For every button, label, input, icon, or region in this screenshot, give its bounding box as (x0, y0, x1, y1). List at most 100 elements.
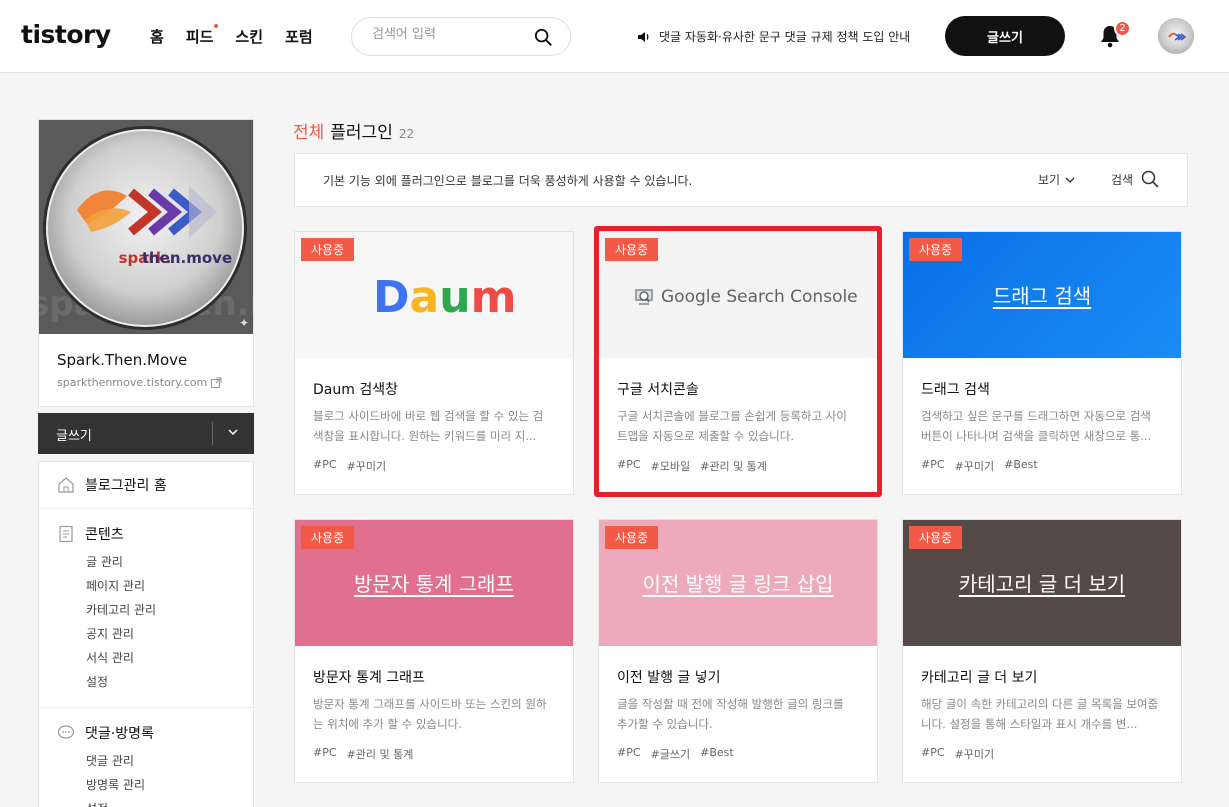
global-nav: 홈 피드 스킨 포럼 (150, 24, 313, 47)
status-badge: 사용중 (605, 238, 659, 261)
plugin-description: 해당 글이 속한 카테고리의 다른 글 목록을 보여줍니다. 설정을 통해 스타… (921, 697, 1159, 731)
search-input[interactable] (372, 27, 522, 42)
sidebar-item-post-manage[interactable]: 글 관리 (86, 553, 123, 570)
plugin-title: 드래그 검색 (921, 382, 990, 398)
plugin-card-visitor-graph[interactable]: 방문자 통계 그래프 사용중 방문자 통계 그래프 방문자 통계 그래프를 사이… (294, 519, 574, 783)
plugin-description: 글을 작성할 때 전에 작성해 발행한 글의 링크를 추가할 수 있습니다. (617, 697, 844, 731)
notice-banner[interactable]: 댓글 자동화·유사한 문구 댓글 규제 정책 도입 안내 (637, 28, 910, 45)
plugin-thumbnail-title: 드래그 검색 (992, 284, 1092, 308)
tag-label: #PC (617, 746, 641, 759)
status-badge: 사용중 (909, 238, 963, 261)
sidebar-item-label: 블로그관리 홈 (85, 478, 167, 494)
tistory-logo[interactable]: tistory (21, 20, 111, 49)
plugin-card-daum-search[interactable]: Daum 사용중 Daum 검색창 블로그 사이드바에 바로 웹 검색을 할 수… (294, 231, 574, 495)
plugin-title: 구글 서치콘솔 (617, 382, 699, 398)
sidebar-item-page-manage[interactable]: 페이지 관리 (86, 577, 145, 594)
nav-forum[interactable]: 포럼 (285, 26, 313, 47)
tag-label: #PC (313, 746, 337, 759)
plugin-title: 방문자 통계 그래프 (313, 670, 425, 686)
plugin-count: 22 (398, 127, 415, 141)
tag-label: #Best (1004, 458, 1038, 471)
notification-badge: 2 (1114, 20, 1131, 37)
blog-url[interactable]: sparkthenmove.tistory.com (57, 376, 222, 389)
tag-label: #PC (921, 458, 945, 471)
plugin-search-button[interactable]: 검색 (1111, 170, 1159, 188)
sidebar-item-comments[interactable]: 댓글·방명록 (57, 723, 154, 743)
sidebar-item-home[interactable]: 블로그관리 홈 (57, 475, 167, 495)
status-badge: 사용중 (909, 526, 963, 549)
plugin-card-drag-search[interactable]: 드래그 검색 사용중 드래그 검색 검색하고 싶은 문구를 드래그하면 자동으로… (902, 231, 1182, 495)
tag-label: #PC (313, 458, 337, 471)
sidebar-item-label: 콘텐츠 (85, 527, 124, 543)
tag-label: #Best (700, 746, 734, 759)
search-box (351, 17, 571, 56)
plugin-tags: #PC #꾸미기 (313, 458, 386, 474)
tag-label: #꾸미기 (346, 460, 387, 473)
chat-bubble-icon (57, 725, 75, 739)
blog-url-text: sparkthenmove.tistory.com (57, 376, 208, 389)
plugin-thumbnail-title: Google Search Console (661, 287, 858, 307)
plugin-description: 검색하고 싶은 문구를 드래그하면 자동으로 검색 버튼이 나타나며 검색을 클… (921, 409, 1152, 443)
tag-label: #관리 및 통계 (700, 460, 767, 473)
plugin-title: Daum 검색창 (313, 382, 398, 398)
external-link-icon (211, 377, 222, 388)
blog-profile-card: spark.then.move spark. then.move ✦ Spark… (38, 119, 254, 407)
sidebar-menu: 블로그관리 홈 콘텐츠 글 관리 페이지 관리 카테고리 관리 공지 관리 서식… (38, 461, 254, 807)
spark-then-move-logo-icon: spark.then.move spark. then.move ✦ (39, 120, 253, 334)
plugin-card-category-more-posts[interactable]: 카테고리 글 더 보기 사용중 카테고리 글 더 보기 해당 글이 속한 카테고… (902, 519, 1182, 783)
search-console-icon (635, 289, 653, 305)
write-button[interactable]: 글쓰기 (945, 16, 1065, 56)
search-icon (1141, 170, 1159, 188)
chevron-down-icon[interactable] (226, 425, 240, 439)
blog-name[interactable]: Spark.Then.Move (57, 351, 187, 369)
tag-label: #모바일 (650, 460, 691, 473)
sidebar-item-comment-manage[interactable]: 댓글 관리 (86, 752, 134, 769)
view-label: 보기 (1038, 173, 1061, 187)
plugin-description: 방문자 통계 그래프를 사이드바 또는 스킨의 원하는 위치에 추가 할 수 있… (313, 697, 547, 731)
title-text: 플러그인 (330, 123, 393, 143)
sidebar-item-comment-settings[interactable]: 설정 (86, 800, 108, 807)
view-dropdown[interactable]: 보기 (1038, 171, 1076, 188)
nav-feed[interactable]: 피드 (185, 24, 219, 47)
speaker-icon (638, 31, 649, 42)
plugin-card-google-search-console[interactable]: Google Search Console 사용중 구글 서치콘솔 구글 서치콘… (598, 231, 878, 495)
status-badge: 사용중 (301, 526, 355, 549)
plugin-title: 이전 발행 글 넣기 (617, 670, 721, 686)
tag-label: #글쓰기 (650, 748, 691, 761)
sidebar-item-notice-manage[interactable]: 공지 관리 (86, 625, 134, 642)
chevron-down-icon (1065, 177, 1075, 183)
tag-label: #PC (617, 458, 641, 471)
sidebar-write-label: 글쓰기 (56, 429, 92, 444)
sidebar-item-contents[interactable]: 콘텐츠 (57, 524, 124, 544)
top-header: tistory 홈 피드 스킨 포럼 댓글 자동화·유사한 문구 댓글 규제 정… (0, 0, 1229, 73)
status-badge: 사용중 (605, 526, 659, 549)
tag-label: #꾸미기 (954, 460, 995, 473)
svg-text:Daum: Daum (373, 272, 516, 323)
nav-home[interactable]: 홈 (150, 26, 164, 47)
search-icon[interactable] (534, 28, 552, 46)
description-bar: 기본 기능 외에 플러그인으로 블로그를 더욱 풍성하게 사용할 수 있습니다.… (294, 153, 1188, 207)
plugin-tags: #PC #모바일 #관리 및 통계 (617, 458, 767, 474)
plugin-thumbnail-title: 방문자 통계 그래프 (354, 572, 514, 596)
home-icon (58, 477, 74, 493)
new-dot-icon (214, 24, 219, 28)
plugin-tags: #PC #글쓰기 #Best (617, 746, 734, 762)
plugin-card-previous-post-link[interactable]: 이전 발행 글 링크 삽입 사용중 이전 발행 글 넣기 글을 작성할 때 전에… (598, 519, 878, 783)
plugin-description: 구글 서치콘솔에 블로그를 손쉽게 등록하고 사이트맵을 자동으로 제출할 수 … (617, 409, 847, 443)
sidebar-item-content-settings[interactable]: 설정 (86, 673, 108, 690)
title-accent[interactable]: 전체 (293, 118, 324, 143)
svg-text:then.move: then.move (142, 249, 232, 267)
sidebar-item-label: 댓글·방명록 (85, 726, 154, 742)
nav-feed-label: 피드 (185, 28, 214, 46)
page-title: 전체 플러그인 22 (293, 118, 414, 143)
plugin-description: 블로그 사이드바에 바로 웹 검색을 할 수 있는 검색창을 표시합니다. 원하… (313, 409, 544, 443)
tag-label: #관리 및 통계 (346, 748, 414, 761)
tag-label: #꾸미기 (954, 748, 995, 761)
blog-profile-image[interactable]: spark.then.move spark. then.move ✦ (39, 120, 253, 334)
sidebar-item-category-manage[interactable]: 카테고리 관리 (86, 601, 156, 618)
sidebar-item-template-manage[interactable]: 서식 관리 (86, 649, 134, 666)
nav-skin[interactable]: 스킨 (235, 26, 263, 47)
profile-avatar[interactable] (1158, 18, 1194, 54)
sidebar-write-button[interactable]: 글쓰기 (38, 413, 254, 454)
sidebar-item-guestbook-manage[interactable]: 방명록 관리 (86, 776, 145, 793)
